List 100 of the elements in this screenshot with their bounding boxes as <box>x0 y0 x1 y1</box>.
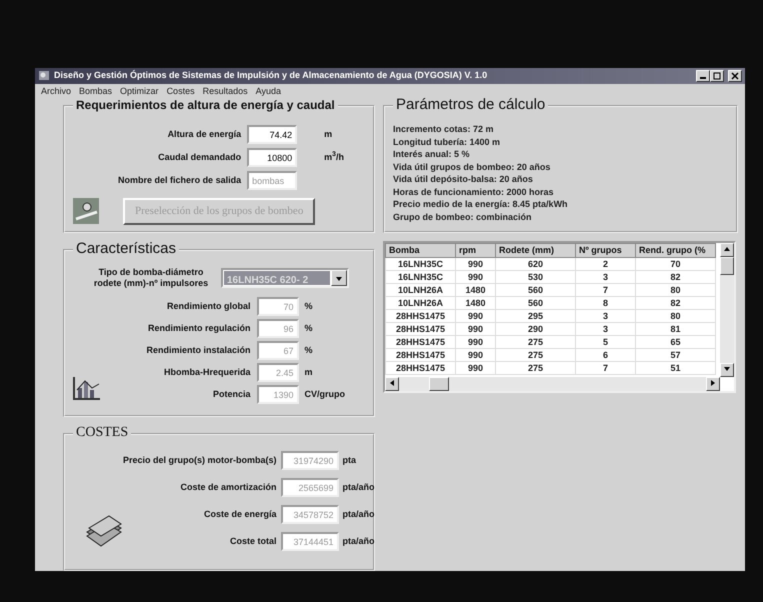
field-label: Rendimiento global <box>166 300 250 313</box>
field-label: Nombre del fichero de salida <box>117 174 242 187</box>
minimize-button[interactable] <box>696 70 710 82</box>
table-cell: 16LNH35C <box>386 258 456 270</box>
parameter-text: Incremento cotas: 72 m <box>393 123 495 136</box>
table-cell: 80 <box>636 284 716 296</box>
field-label: Precio del grupo(s) motor-bomba(s) <box>123 454 277 467</box>
unit-label: m <box>304 366 314 379</box>
column-header[interactable]: Nº grupos <box>576 244 636 258</box>
table-cell: 8 <box>576 296 636 310</box>
table-cell: 3 <box>576 322 636 336</box>
vertical-scrollbar[interactable] <box>720 243 734 377</box>
unit-label: % <box>304 344 314 357</box>
table-cell: 82 <box>636 296 716 310</box>
table-cell: 620 <box>496 258 576 270</box>
unit-label: pta/año <box>342 508 375 521</box>
table-cell: 81 <box>636 322 716 336</box>
down-arrow-icon <box>724 367 730 372</box>
right-arrow-icon <box>711 380 715 386</box>
table-cell: 275 <box>496 336 576 348</box>
table-cell: 7 <box>576 284 636 296</box>
column-header[interactable]: Rodete (mm) <box>496 244 576 258</box>
table-cell: 10LNH26A <box>386 296 456 310</box>
unit-label: CV/grupo <box>304 388 345 401</box>
field-label: Rendimiento instalación <box>146 344 250 357</box>
table-cell: 28HHS1475 <box>386 310 456 322</box>
table-cell: 275 <box>496 362 576 374</box>
table-cell: 28HHS1475 <box>386 348 456 362</box>
maximize-button[interactable] <box>710 70 724 82</box>
menu-item[interactable]: Optimizar <box>116 84 163 98</box>
scroll-thumb[interactable] <box>429 377 449 391</box>
table-cell: 990 <box>456 348 496 362</box>
table-cell: 990 <box>456 310 496 322</box>
table-cell: 57 <box>636 348 716 362</box>
table-cell: 5 <box>576 336 636 348</box>
table-cell: 990 <box>456 336 496 348</box>
field-label: Coste total <box>229 534 277 548</box>
unit-label: % <box>304 322 314 335</box>
unit-label: % <box>304 300 314 313</box>
table-cell: 560 <box>496 284 576 296</box>
pump-icon <box>73 198 99 224</box>
parameter-text: Vida útil depósito-balsa: 20 años <box>393 173 534 186</box>
maximize-icon <box>713 72 721 80</box>
unit-label: m <box>324 128 334 141</box>
up-arrow-icon <box>724 247 730 252</box>
table-cell: 1480 <box>456 296 496 310</box>
left-arrow-icon <box>390 380 394 386</box>
scroll-thumb[interactable] <box>720 257 734 275</box>
table-cell: 295 <box>496 310 576 322</box>
parameter-text: Longitud tubería: 1400 m <box>393 136 502 148</box>
table-cell: 3 <box>576 270 636 284</box>
table-cell: 2 <box>576 258 636 270</box>
parameter-text: Horas de funcionamiento: 2000 horas <box>393 186 555 198</box>
table-cell: 65 <box>636 336 716 348</box>
menu-item[interactable]: Ayuda <box>252 84 285 98</box>
table-cell: 1480 <box>456 284 496 296</box>
menu-item[interactable]: Resultados <box>198 84 252 98</box>
table-cell: 16LNH35C <box>386 270 456 284</box>
horizontal-scrollbar[interactable] <box>385 377 720 391</box>
table-cell: 70 <box>636 258 716 270</box>
column-header[interactable]: Bomba <box>386 244 456 258</box>
unit-label: m$^{3}$/h <box>324 150 345 164</box>
field-label: Rendimiento regulación <box>146 322 250 335</box>
field-label: Coste de amortización <box>179 480 277 494</box>
field-label: Coste de energía <box>202 508 277 521</box>
unit-label: pta/año <box>342 534 375 548</box>
table-cell: 28HHS1475 <box>386 336 456 348</box>
parameter-text: Grupo de bombeo: combinación <box>393 210 533 223</box>
parameter-text: Precio medio de la energía: 8.45 pta/kWh <box>393 198 569 210</box>
input-field[interactable]: 74.42 <box>247 125 298 144</box>
menu-item[interactable]: Archivo <box>37 84 76 98</box>
table-cell: 560 <box>496 296 576 310</box>
table-cell: 990 <box>456 270 496 284</box>
chart-icon <box>73 376 101 400</box>
field-label: Hbomba-Hrequerida <box>162 366 250 379</box>
table-cell: 28HHS1475 <box>386 362 456 374</box>
table-cell: 530 <box>496 270 576 284</box>
parameter-text: Interés anual: 5 % <box>393 148 471 160</box>
table-cell: 290 <box>496 322 576 336</box>
table-cell: 275 <box>496 348 576 362</box>
menu-item[interactable]: Costes <box>162 84 199 98</box>
table-cell: 990 <box>456 322 496 336</box>
table-cell: 990 <box>456 362 496 374</box>
table-cell: 82 <box>636 270 716 284</box>
table-cell: 10LNH26A <box>386 284 456 296</box>
column-header[interactable]: Rend. grupo (% <box>636 244 716 258</box>
menu-item[interactable]: Bombas <box>75 84 116 98</box>
parameter-text: Vida útil grupos de bombeo: 20 años <box>393 160 552 173</box>
table-cell: 7 <box>576 362 636 374</box>
app-icon <box>38 70 50 82</box>
section-title: Requerimientos de altura de energía y caudal <box>73 97 338 113</box>
field-label: Tipo de bomba-diámetro rodete (mm)-nº impulsores <box>92 267 210 289</box>
input-field[interactable]: 10800 <box>247 148 298 167</box>
table-cell: 80 <box>636 310 716 322</box>
unit-label: pta/año <box>342 480 375 494</box>
caret-icon <box>336 276 342 281</box>
table-cell: 6 <box>576 348 636 362</box>
close-button[interactable] <box>728 70 742 82</box>
table-cell: 51 <box>636 362 716 374</box>
column-header[interactable]: rpm <box>456 244 496 258</box>
